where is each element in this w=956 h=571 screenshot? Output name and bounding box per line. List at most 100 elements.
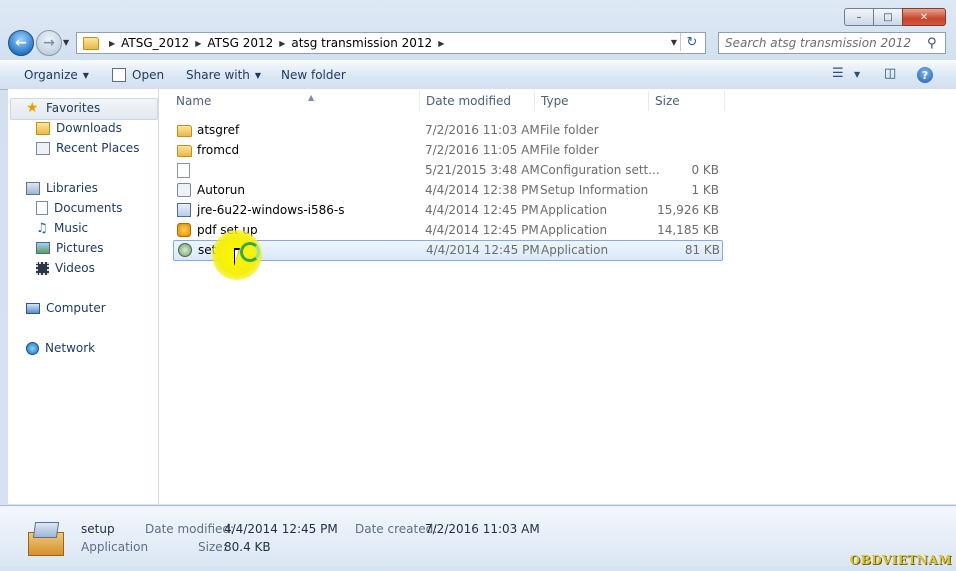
file-row-autorun[interactable]: Autorun 4/4/2014 12:38 PM Setup Informat… (173, 181, 721, 200)
navigation-pane: ★ Favorites Downloads Recent Places Libra… (8, 89, 159, 504)
sidebar-item-music[interactable]: ♫ Music (36, 221, 88, 235)
chevron-right-icon[interactable]: ▶ (279, 39, 285, 48)
file-name: Autorun (197, 183, 246, 197)
network-icon (26, 341, 39, 355)
view-options-icon[interactable]: ☰ (832, 66, 844, 81)
file-row-config[interactable]: 5/21/2015 3:48 AM Configuration sett... … (173, 161, 721, 180)
sidebar-label: Computer (46, 301, 106, 315)
file-type: Configuration sett... (540, 163, 660, 177)
sidebar-network[interactable]: Network (26, 341, 95, 355)
maximize-button[interactable]: □ (873, 8, 902, 26)
preview-pane-icon[interactable]: ◫ (884, 66, 896, 81)
column-divider[interactable] (648, 91, 649, 111)
open-button[interactable]: Open (112, 68, 164, 82)
column-header-name[interactable]: Name ▲ (176, 93, 314, 108)
chevron-right-icon[interactable]: ▶ (195, 39, 201, 48)
chevron-right-icon[interactable]: ▶ (438, 39, 444, 48)
search-placeholder: Search atsg transmission 2012 (725, 36, 912, 50)
address-bar[interactable]: ▶ ATSG_2012 ▶ ATSG 2012 ▶ atsg transmiss… (76, 32, 706, 54)
computer-icon (26, 302, 40, 314)
file-row-jre[interactable]: jre-6u22-windows-i586-s 4/4/2014 12:45 P… (173, 201, 721, 220)
breadcrumb-item[interactable]: ATSG_2012 (121, 36, 189, 50)
search-icon[interactable]: ⚲ (927, 36, 945, 51)
downloads-icon (36, 121, 50, 135)
setup-info-icon (177, 183, 191, 197)
sidebar-label: Recent Places (56, 141, 140, 155)
command-bar: Organize ▼ Open Share with ▼ New folder ☰ … (0, 60, 956, 90)
explorer-window: – □ ✕ ← → ▼ ▶ ATSG_2012 ▶ ATSG 2012 ▶ at… (0, 0, 956, 571)
star-icon: ★ (26, 99, 39, 116)
sidebar-item-videos[interactable]: Videos (36, 261, 95, 275)
file-type: Setup Information (540, 183, 649, 197)
sidebar-label: Libraries (46, 181, 98, 195)
column-header-label: Name (176, 94, 212, 108)
chevron-down-icon: ▼ (82, 70, 89, 80)
sidebar-favorites[interactable]: ★ Favorites (26, 99, 100, 116)
file-name: jre-6u22-windows-i586-s (197, 203, 345, 217)
column-header-size[interactable]: Size (655, 94, 680, 108)
organize-label: Organize (24, 68, 78, 82)
sidebar-item-documents[interactable]: Documents (36, 201, 122, 215)
sidebar-label: Pictures (56, 241, 104, 255)
help-button[interactable]: ? (917, 67, 933, 83)
column-header-label: Size (655, 94, 680, 108)
folder-icon (177, 145, 192, 157)
file-date: 5/21/2015 3:48 AM (425, 163, 540, 177)
column-header-label: Type (541, 94, 569, 108)
folder-icon (177, 125, 192, 137)
help-icon: ? (917, 67, 933, 83)
java-icon (177, 203, 191, 217)
new-folder-label: New folder (281, 68, 346, 82)
setup-app-icon (178, 243, 192, 257)
share-with-button[interactable]: Share with ▼ (186, 68, 261, 82)
open-icon (112, 68, 126, 82)
busy-spinner-icon (240, 242, 260, 262)
caption-buttons: – □ ✕ (844, 8, 946, 26)
new-folder-button[interactable]: New folder (281, 68, 346, 82)
file-name: atsgref (197, 123, 240, 137)
breadcrumb-item[interactable]: ATSG 2012 (207, 36, 273, 50)
file-row-atsgref[interactable]: atsgref 7/2/2016 11:03 AM File folder (173, 121, 721, 140)
file-type: Application (541, 243, 609, 257)
chevron-right-icon[interactable]: ▶ (109, 39, 115, 48)
mouse-pointer-fill (235, 250, 239, 263)
libraries-icon (26, 181, 40, 195)
sidebar-item-pictures[interactable]: Pictures (36, 241, 104, 255)
share-with-label: Share with (186, 68, 250, 82)
minimize-button[interactable]: – (844, 8, 873, 26)
column-header-label: Date modified (426, 94, 512, 108)
column-divider[interactable] (724, 91, 725, 111)
file-type: File folder (540, 123, 599, 137)
sidebar-label: Videos (55, 261, 95, 275)
column-header-date-modified[interactable]: Date modified (426, 94, 511, 108)
back-button[interactable]: ← (8, 30, 34, 56)
sidebar-item-downloads[interactable]: Downloads (36, 121, 122, 135)
close-button[interactable]: ✕ (902, 8, 946, 26)
documents-icon (36, 201, 48, 215)
details-date-modified: 4/4/2014 12:45 PM (224, 522, 338, 536)
file-type: Application (540, 223, 608, 237)
file-row-fromcd[interactable]: fromcd 7/2/2016 11:05 AM File folder (173, 141, 721, 160)
box-icon-lid (32, 522, 60, 538)
recent-places-icon (36, 141, 50, 155)
organize-button[interactable]: Organize ▼ (24, 68, 89, 82)
column-divider[interactable] (419, 91, 420, 111)
breadcrumb-item[interactable]: atsg transmission 2012 (291, 36, 432, 50)
sidebar-computer[interactable]: Computer (26, 301, 106, 315)
sidebar-item-recent-places[interactable]: Recent Places (36, 141, 139, 155)
column-divider[interactable] (534, 91, 535, 111)
forward-button[interactable]: → (36, 30, 62, 56)
address-history-dropdown[interactable]: ▼ (671, 38, 677, 47)
recent-pages-dropdown[interactable]: ▼ (63, 38, 69, 47)
column-header-type[interactable]: Type (541, 94, 569, 108)
sidebar-label: Music (54, 221, 89, 235)
details-file-kind: Application (81, 540, 149, 554)
view-dropdown-icon[interactable]: ▼ (854, 70, 860, 79)
refresh-icon[interactable]: ↻ (680, 33, 703, 51)
details-pane: setup Application Date modified: 4/4/201… (0, 505, 956, 566)
watermark: OBDVIETNAM (849, 553, 952, 567)
search-input[interactable]: Search atsg transmission 2012 ⚲ (718, 32, 946, 54)
sidebar-libraries[interactable]: Libraries (26, 181, 98, 195)
file-type: File folder (540, 143, 599, 157)
sort-ascending-icon: ▲ (308, 93, 315, 102)
